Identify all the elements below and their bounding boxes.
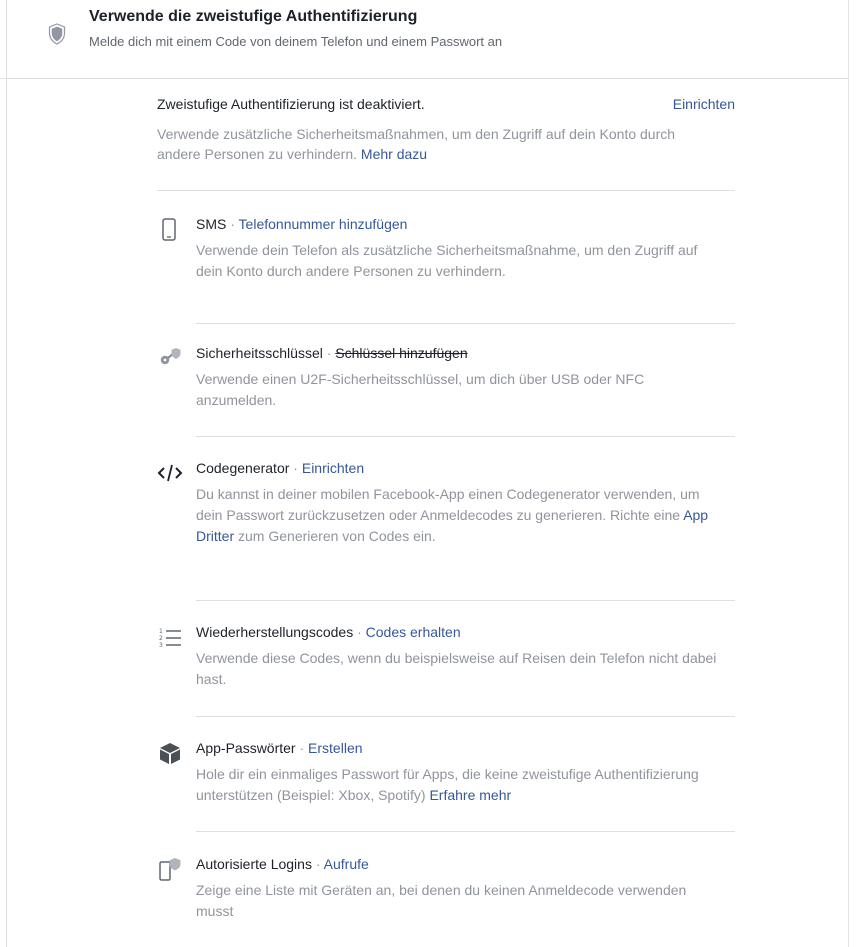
key-icon [160, 348, 181, 365]
divider [196, 323, 735, 324]
separator: · [326, 345, 332, 361]
cube-icon [160, 743, 180, 764]
method-heading: SMS · Telefonnummer hinzufügen [196, 216, 407, 232]
view-logins-link[interactable]: Aufrufe [324, 856, 369, 872]
divider [196, 831, 735, 832]
section-subtitle: Melde dich mit einem Code von deinem Tel… [89, 34, 503, 49]
add-key-link-disabled: Schlüssel hinzufügen [335, 345, 468, 361]
separator: · [357, 624, 362, 640]
method-heading: App-Passwörter · Erstellen [196, 740, 363, 756]
method-description: Zeige eine Liste mit Geräten an, bei den… [196, 882, 687, 919]
method-name: SMS [196, 216, 227, 232]
method-security-key: Sicherheitsschlüssel · Schlüssel hinzufü… [157, 345, 737, 425]
method-description: Verwende dein Telefon als zusätzliche Si… [196, 242, 698, 279]
description-text: Du kannst in deiner mobilen Facebook-App… [196, 486, 700, 523]
svg-text:1: 1 [159, 628, 163, 635]
method-description: Hole dir ein einmaliges Passwort für App… [196, 764, 726, 806]
method-heading: Autorisierte Logins · Aufrufe [196, 856, 369, 872]
method-authorized-logins: Autorisierte Logins · Aufrufe Zeige eine… [157, 856, 737, 926]
method-description: Verwende einen U2F-Sicherheitsschlüssel,… [196, 371, 645, 408]
frame-border-left [6, 0, 7, 947]
device-shield-icon [159, 858, 181, 881]
header-divider [0, 78, 848, 79]
method-description: Du kannst in deiner mobilen Facebook-App… [196, 484, 726, 547]
setup-code-generator-link[interactable]: Einrichten [302, 460, 364, 476]
learn-more-link[interactable]: Mehr dazu [361, 146, 427, 162]
settings-header: Verwende die zweistufige Authentifizieru… [0, 0, 848, 78]
method-name: Sicherheitsschlüssel [196, 345, 323, 361]
two-factor-settings-page: Verwende die zweistufige Authentifizieru… [0, 0, 856, 947]
setup-button[interactable]: Einrichten [673, 96, 735, 112]
svg-text:2: 2 [159, 635, 163, 642]
create-app-password-link[interactable]: Erstellen [308, 740, 362, 756]
method-name: Codegenerator [196, 460, 290, 476]
method-sms: SMS · Telefonnummer hinzufügen Verwende … [157, 216, 737, 296]
method-name: App-Passwörter [196, 740, 296, 756]
svg-text:3: 3 [159, 642, 163, 649]
separator: · [293, 460, 298, 476]
divider [196, 600, 735, 601]
separator: · [299, 740, 305, 756]
divider [196, 436, 735, 437]
method-description: Verwende diese Codes, wenn du beispielsw… [196, 650, 717, 687]
code-icon [157, 464, 183, 482]
method-code-generator: Codegenerator · Einrichten Du kannst in … [157, 460, 737, 580]
divider [196, 716, 735, 717]
list-icon: 1 2 3 [159, 628, 181, 649]
method-heading: Codegenerator · Einrichten [196, 460, 364, 476]
method-heading: Wiederherstellungscodes · Codes erhalten [196, 624, 461, 640]
method-recovery-codes: 1 2 3 Wiederherstellungscodes · Codes er… [157, 624, 737, 694]
status-title: Zweistufige Authentifizierung ist deakti… [157, 96, 425, 112]
learn-more-link[interactable]: Erfahre mehr [429, 787, 511, 803]
divider [157, 190, 735, 191]
phone-icon [162, 218, 176, 241]
description-text: zum Generieren von Codes ein. [238, 528, 436, 544]
get-codes-link[interactable]: Codes erhalten [366, 624, 461, 640]
section-title: Verwende die zweistufige Authentifizieru… [89, 8, 418, 25]
method-name: Autorisierte Logins [196, 856, 312, 872]
method-app-passwords: App-Passwörter · Erstellen Hole dir ein … [157, 740, 737, 810]
frame-border-right [848, 0, 849, 947]
separator: · [230, 216, 235, 232]
status-description: Verwende zusätzliche Sicherheitsmaßnahme… [157, 124, 717, 164]
method-heading: Sicherheitsschlüssel · Schlüssel hinzufü… [196, 345, 468, 361]
shield-icon [48, 23, 66, 45]
separator: · [315, 856, 321, 872]
add-phone-number-link[interactable]: Telefonnummer hinzufügen [239, 216, 408, 232]
method-name: Wiederherstellungscodes [196, 624, 354, 640]
